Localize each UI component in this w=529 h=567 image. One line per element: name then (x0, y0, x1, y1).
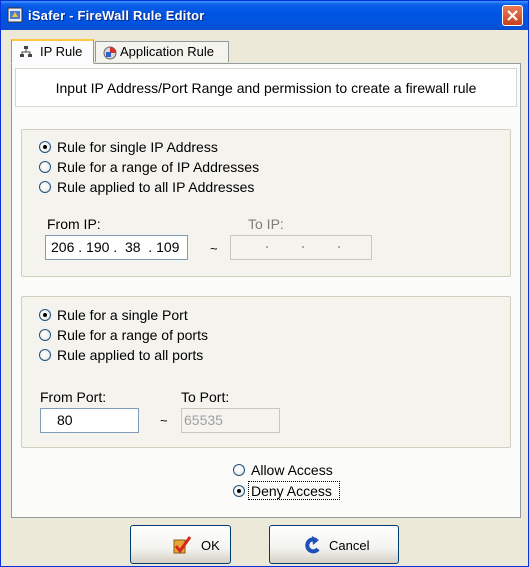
from-port-label: From Port: (40, 389, 107, 405)
tab-ip-rule[interactable]: IP Rule (11, 39, 94, 64)
radio-label: Allow Access (251, 462, 333, 478)
to-port-field[interactable]: 65535 (181, 408, 280, 433)
radio-button[interactable] (39, 309, 51, 321)
port-group: Rule for a single Port Rule for a range … (21, 296, 511, 448)
cancel-button[interactable]: Cancel (269, 525, 399, 564)
application-icon (103, 46, 117, 60)
radio-button[interactable] (39, 161, 51, 173)
title-bar[interactable]: iSafer - FireWall Rule Editor (1, 1, 528, 30)
radio-button[interactable] (39, 349, 51, 361)
ip-rule-panel: Input IP Address/Port Range and permissi… (11, 63, 521, 518)
radio-button[interactable] (39, 181, 51, 193)
close-button[interactable] (502, 5, 523, 26)
radio-button[interactable] (233, 485, 245, 497)
radio-label: Rule for a single Port (57, 307, 188, 323)
tab-application-rule-label: Application Rule (120, 44, 214, 59)
radio-label: Rule applied to all ports (57, 347, 204, 363)
from-ip-label: From IP: (47, 216, 101, 232)
port-range-separator: ~ (160, 413, 168, 428)
to-port-label: To Port: (181, 389, 230, 405)
focus-rectangle (248, 481, 340, 500)
window-title: iSafer - FireWall Rule Editor (28, 8, 205, 23)
ok-button[interactable]: OK (130, 525, 231, 564)
to-ip-field[interactable] (230, 235, 372, 260)
ok-button-label: OK (201, 538, 220, 553)
ip-range-separator: ~ (210, 241, 218, 256)
check-icon (173, 536, 192, 554)
radio-label: Rule for a range of ports (57, 327, 208, 343)
to-ip-label: To IP: (248, 216, 284, 232)
instruction-banner: Input IP Address/Port Range and permissi… (15, 68, 517, 107)
radio-label: Rule for a range of IP Addresses (57, 159, 260, 175)
from-ip-field[interactable]: 206 . 190 . 38 . 109 (45, 235, 188, 260)
close-icon (507, 10, 518, 21)
tab-ip-rule-label: IP Rule (40, 44, 83, 59)
radio-button[interactable] (233, 464, 245, 476)
radio-label: Rule applied to all IP Addresses (57, 179, 255, 195)
radio-button[interactable] (39, 141, 51, 153)
shield-icon (7, 7, 23, 23)
from-port-field[interactable]: 80 (40, 408, 139, 433)
network-icon (20, 46, 32, 57)
tab-application-rule[interactable]: Application Rule (95, 41, 229, 62)
radio-label: Rule for single IP Address (57, 139, 218, 155)
undo-arrow-icon (305, 536, 320, 554)
cancel-button-label: Cancel (329, 538, 370, 553)
radio-button[interactable] (39, 329, 51, 341)
ip-address-group: Rule for single IP Address Rule for a ra… (21, 129, 511, 277)
firewall-rule-editor-window: iSafer - FireWall Rule Editor IP Rule Ap… (0, 0, 529, 567)
